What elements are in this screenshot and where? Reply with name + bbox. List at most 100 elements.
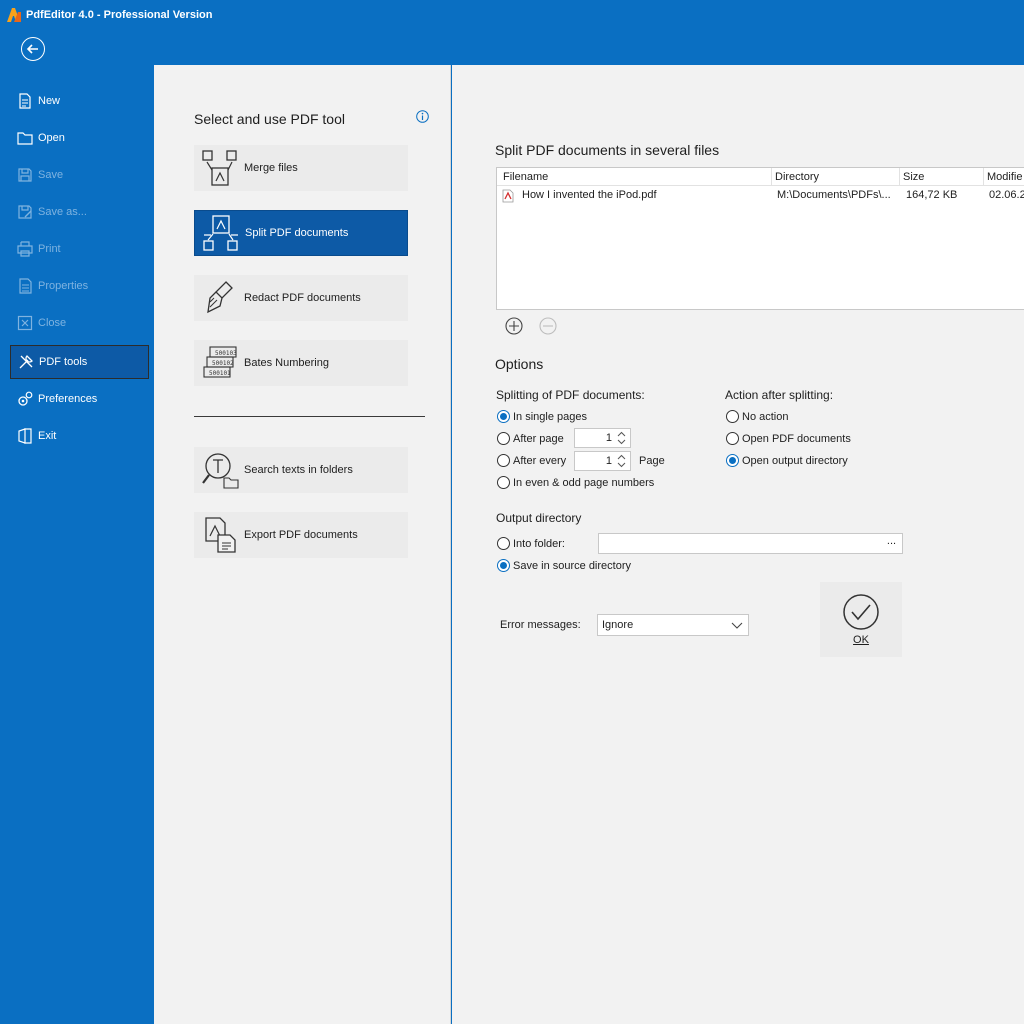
tools-panel: Select and use PDF tool Merge files Spli…: [154, 65, 451, 1024]
split-pdf-button[interactable]: Split PDF documents: [194, 210, 408, 256]
sidebar-item-label: Save: [38, 169, 64, 181]
radio-label: Open output directory: [742, 454, 848, 467]
radio-label: After page: [513, 432, 564, 445]
radio-indicator: [497, 454, 510, 467]
sidebar-item-label: New: [38, 95, 61, 107]
sidebar-item-label: Print: [38, 243, 61, 255]
radio-single-pages[interactable]: In single pages: [497, 410, 587, 423]
sidebar-item-label: Exit: [38, 430, 57, 442]
export-pdf-icon: [200, 515, 240, 555]
radio-indicator: [497, 476, 510, 489]
gears-icon: [16, 390, 34, 408]
sidebar-item-open[interactable]: Open: [10, 121, 149, 155]
radio-open-pdf[interactable]: Open PDF documents: [726, 432, 851, 445]
add-file-icon[interactable]: [504, 316, 524, 336]
cell-modified: 02.06.20: [989, 189, 1024, 201]
remove-file-icon[interactable]: [538, 316, 558, 336]
stepper-value: 1: [605, 432, 612, 444]
sidebar-item-close[interactable]: Close: [10, 306, 149, 340]
info-icon[interactable]: [416, 110, 429, 123]
tool-label: Bates Numbering: [244, 357, 329, 369]
error-messages-select[interactable]: Ignore: [597, 614, 749, 636]
stepper-value: 1: [605, 455, 612, 467]
content-panel: Split PDF documents in several files Fil…: [452, 65, 1024, 1024]
tool-label: Merge files: [244, 162, 298, 174]
column-directory[interactable]: Directory: [775, 171, 819, 183]
ok-label: OK: [853, 634, 869, 646]
cell-size: 164,72 KB: [906, 189, 958, 201]
pdf-file-icon: [502, 189, 514, 203]
new-document-icon: [16, 92, 34, 110]
title-bar: PdfEditor 4.0 - Professional Version: [0, 0, 1024, 30]
svg-text:500101: 500101: [209, 370, 231, 377]
tools-divider: [194, 416, 425, 417]
radio-after-page[interactable]: After page: [497, 432, 564, 445]
sidebar-item-save[interactable]: Save: [10, 158, 149, 192]
radio-label: Open PDF documents: [742, 432, 851, 445]
tool-label: Split PDF documents: [245, 227, 349, 239]
table-row[interactable]: How I invented the iPod.pdf M:\Documents…: [497, 187, 1024, 205]
svg-text:500102: 500102: [212, 360, 234, 367]
column-filename[interactable]: Filename: [503, 171, 548, 183]
radio-into-folder[interactable]: Into folder:: [497, 537, 565, 550]
save-icon: [16, 166, 34, 184]
radio-label: Save in source directory: [513, 559, 631, 572]
browse-button[interactable]: ...: [881, 534, 902, 553]
ok-button[interactable]: OK: [820, 582, 902, 657]
redact-pdf-button[interactable]: Redact PDF documents: [194, 275, 408, 321]
tools-icon: [17, 353, 35, 371]
cell-directory: M:\Documents\PDFs\...: [777, 189, 891, 201]
search-texts-button[interactable]: Search texts in folders: [194, 447, 408, 493]
exit-icon: [16, 427, 34, 445]
export-pdf-button[interactable]: Export PDF documents: [194, 512, 408, 558]
sidebar-item-pdf-tools[interactable]: PDF tools: [10, 345, 149, 379]
split-title: Split PDF documents in several files: [495, 142, 720, 158]
merge-files-button[interactable]: Merge files: [194, 145, 408, 191]
radio-indicator: [497, 432, 510, 445]
radio-after-every[interactable]: After every: [497, 454, 566, 467]
stepper-arrows-icon[interactable]: [616, 430, 627, 446]
radio-indicator: [497, 410, 510, 423]
merge-icon: [200, 148, 240, 188]
column-size[interactable]: Size: [903, 171, 924, 183]
sidebar-item-exit[interactable]: Exit: [10, 419, 149, 453]
folder-input[interactable]: [598, 533, 903, 554]
options-title: Options: [495, 356, 544, 372]
back-button[interactable]: [21, 37, 45, 61]
splitting-title: Splitting of PDF documents:: [496, 388, 645, 402]
radio-indicator: [726, 454, 739, 467]
sidebar-item-save-as[interactable]: Save as...: [10, 195, 149, 229]
radio-even-odd[interactable]: In even & odd page numbers: [497, 476, 654, 489]
cell-filename: How I invented the iPod.pdf: [522, 189, 657, 201]
bates-numbering-button[interactable]: 500103 500102 500101 Bates Numbering: [194, 340, 408, 386]
column-modified[interactable]: Modifie: [987, 171, 1022, 183]
page-unit-label: Page: [639, 455, 665, 467]
radio-save-source[interactable]: Save in source directory: [497, 559, 631, 572]
sidebar-item-label: Open: [38, 132, 65, 144]
sidebar-item-preferences[interactable]: Preferences: [10, 382, 149, 416]
after-every-stepper[interactable]: 1: [574, 451, 631, 471]
tool-label: Search texts in folders: [244, 464, 353, 476]
select-value: Ignore: [602, 619, 634, 631]
file-table[interactable]: Filename Directory Size Modifie How I in…: [496, 167, 1024, 310]
radio-indicator: [497, 537, 510, 550]
sidebar-item-print[interactable]: Print: [10, 232, 149, 266]
radio-label: In single pages: [513, 410, 587, 423]
stepper-arrows-icon[interactable]: [616, 453, 627, 469]
sidebar-item-label: Close: [38, 317, 67, 329]
radio-open-output[interactable]: Open output directory: [726, 454, 848, 467]
after-page-stepper[interactable]: 1: [574, 428, 631, 448]
search-text-icon: [200, 450, 240, 490]
tool-label: Export PDF documents: [244, 529, 358, 541]
folder-open-icon: [16, 129, 34, 147]
column-separator: [771, 168, 772, 186]
sidebar-item-label: Save as...: [38, 206, 87, 218]
sidebar-item-new[interactable]: New: [10, 84, 149, 118]
action-title: Action after splitting:: [725, 388, 834, 402]
sidebar-item-properties[interactable]: Properties: [10, 269, 149, 303]
sidebar-item-label: Preferences: [38, 393, 98, 405]
column-separator: [899, 168, 900, 186]
split-icon: [201, 213, 241, 253]
output-title: Output directory: [496, 511, 582, 525]
radio-no-action[interactable]: No action: [726, 410, 788, 423]
